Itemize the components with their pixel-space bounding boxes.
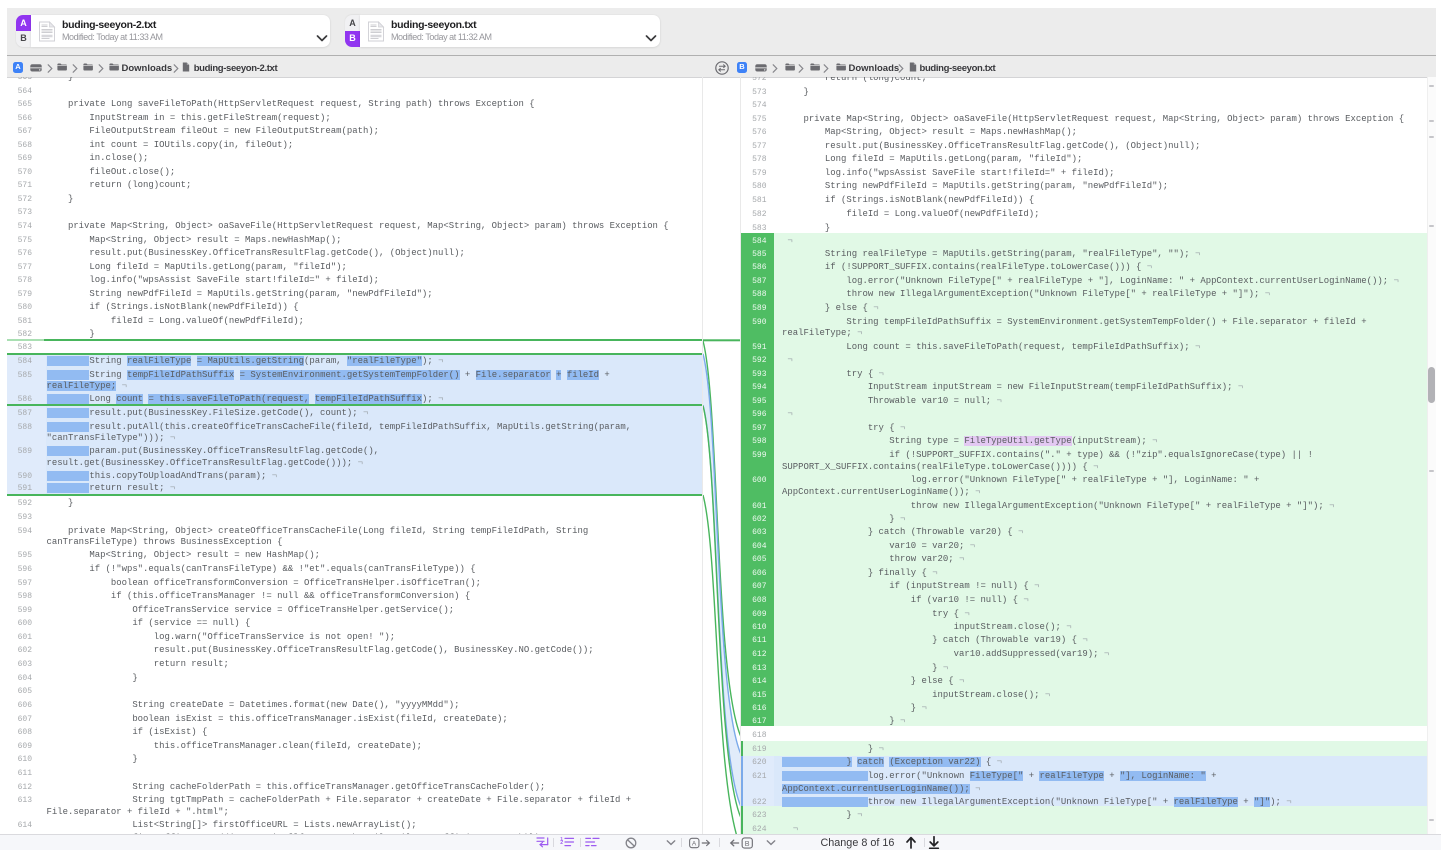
svg-text:A: A	[692, 840, 697, 847]
svg-text:B: B	[745, 838, 750, 847]
svg-text:2: 2	[560, 840, 563, 846]
